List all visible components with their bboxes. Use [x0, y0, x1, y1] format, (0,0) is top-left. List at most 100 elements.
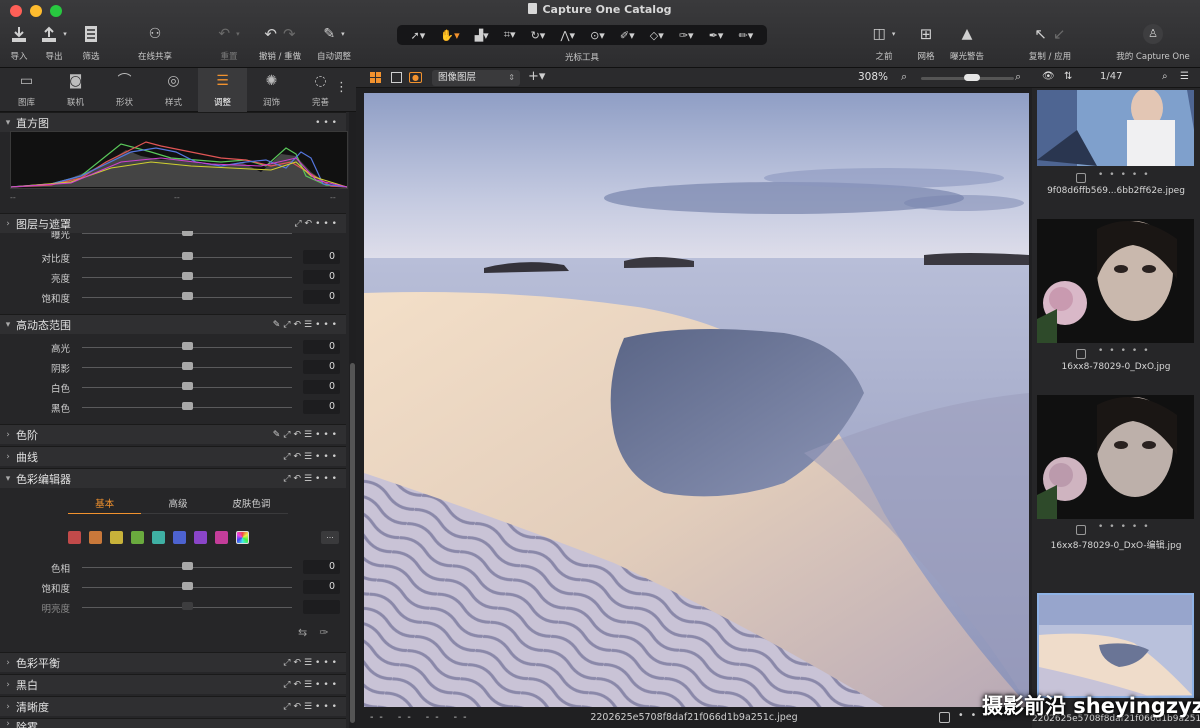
- section-actions[interactable]: ⤢↶•••: [294, 219, 346, 229]
- value-field[interactable]: 0: [303, 400, 340, 414]
- annotate-tool-icon[interactable]: ✒▾: [709, 29, 724, 42]
- menu-icon[interactable]: ☰: [1180, 71, 1189, 82]
- slider-brightness[interactable]: 亮度 0: [0, 267, 346, 287]
- tab-capture[interactable]: ◙ 联机: [51, 68, 100, 112]
- share-online-button[interactable]: ⚇ 在线共享: [132, 22, 178, 64]
- eraser-tool-icon[interactable]: ◇▾: [650, 29, 664, 42]
- tab-styles[interactable]: ◎ 样式: [149, 68, 198, 112]
- slider-ce-saturation[interactable]: 饱和度 0: [0, 577, 346, 597]
- undo-redo-button[interactable]: ↶ ↷ 撤销 / 重做: [254, 22, 306, 64]
- swatch-blue[interactable]: [173, 531, 186, 544]
- copy-apply-button[interactable]: ↖ ↙ 复制 / 应用: [1024, 22, 1076, 64]
- layers-masks-header[interactable]: › 图层与遮罩 ⤢↶•••: [0, 213, 346, 233]
- swatch-purple[interactable]: [194, 531, 207, 544]
- search-icon[interactable]: ⌕: [1162, 71, 1168, 82]
- rating-stars[interactable]: •••••: [1098, 170, 1155, 180]
- slider-contrast[interactable]: 对比度 0: [0, 247, 346, 267]
- eyedropper-icon[interactable]: ✑: [319, 626, 340, 639]
- value-field[interactable]: 0: [303, 290, 340, 304]
- value-field[interactable]: 0: [303, 250, 340, 264]
- section-actions[interactable]: ⤢↶☰•••: [283, 680, 346, 690]
- slider-exposure[interactable]: 曝光: [0, 231, 346, 243]
- rating-stars[interactable]: •••••: [1098, 346, 1155, 356]
- slider-knob[interactable]: [182, 402, 193, 410]
- more-vertical-icon[interactable]: ⋮: [335, 80, 348, 95]
- sort-icon[interactable]: ⇅: [1064, 71, 1072, 82]
- swap-icon[interactable]: ⇆: [298, 626, 319, 639]
- color-editor-header[interactable]: ▾ 色彩编辑器 ⤢↶☰•••: [0, 468, 346, 488]
- view-layer-select[interactable]: 图像图层 ⇕: [432, 70, 520, 86]
- slider-knob[interactable]: [182, 252, 193, 260]
- clarity-header[interactable]: › 清晰度 ⤢↶☰•••: [0, 696, 346, 716]
- slider-knob[interactable]: [182, 292, 193, 300]
- slider-knob[interactable]: [182, 582, 193, 590]
- tab-skin-tone[interactable]: 皮肤色调: [214, 496, 288, 514]
- pen-tool-icon[interactable]: ✏▾: [739, 29, 754, 42]
- select-checkbox[interactable]: [1076, 349, 1086, 359]
- swatch-orange[interactable]: [89, 531, 102, 544]
- panel-scrollbar-thumb[interactable]: [350, 363, 355, 723]
- value-field[interactable]: 0: [303, 560, 340, 574]
- crop-tool-icon[interactable]: ⌗▾: [504, 28, 516, 42]
- slider-knob[interactable]: [182, 231, 193, 236]
- slider-knob[interactable]: [182, 382, 193, 390]
- pan-tool-icon[interactable]: ✋▾: [440, 29, 459, 42]
- swatch-all-colors[interactable]: [236, 531, 249, 544]
- reset-button[interactable]: ↶ ▾ 重置: [212, 22, 246, 64]
- slider-knob[interactable]: [182, 342, 193, 350]
- slider-saturation[interactable]: 饱和度 0: [0, 287, 346, 307]
- slider-knob[interactable]: [182, 362, 193, 370]
- dehaze-header[interactable]: › 除雾: [0, 718, 346, 728]
- curves-header[interactable]: › 曲线 ⤢↶☰•••: [0, 446, 346, 466]
- keystone-tool-icon[interactable]: ⋀▾: [560, 29, 575, 42]
- select-checkbox[interactable]: [1076, 525, 1086, 535]
- zoom-out-icon[interactable]: ⌕: [901, 70, 907, 84]
- color-editor-more-button[interactable]: ...: [321, 531, 339, 544]
- value-field[interactable]: 0: [303, 340, 340, 354]
- picker-tool-icon[interactable]: ✑▾: [679, 29, 694, 42]
- my-capture-one-button[interactable]: ♙ 我的 Capture One: [1112, 22, 1194, 64]
- tab-retouch[interactable]: ✺ 润饰: [247, 68, 296, 112]
- select-checkbox[interactable]: [1076, 173, 1086, 183]
- slider-white[interactable]: 白色 0: [0, 377, 346, 397]
- main-photo[interactable]: [364, 93, 1029, 707]
- grid-view-icon[interactable]: [370, 72, 381, 83]
- swatch-yellow[interactable]: [110, 531, 123, 544]
- swatch-magenta[interactable]: [215, 531, 228, 544]
- section-actions[interactable]: ⤢↶☰•••: [283, 658, 346, 668]
- proof-view-icon[interactable]: ●: [409, 72, 422, 83]
- tab-library[interactable]: ▭ 图库: [2, 68, 51, 112]
- section-actions[interactable]: ⤢↶☰•••: [283, 474, 346, 484]
- zoom-in-icon[interactable]: ⌕: [1015, 70, 1021, 84]
- eye-icon[interactable]: 👁: [1042, 71, 1055, 82]
- value-field[interactable]: 0: [303, 270, 340, 284]
- single-view-icon[interactable]: [391, 72, 402, 83]
- zoom-slider-knob[interactable]: [964, 74, 980, 81]
- slider-highlight[interactable]: 高光 0: [0, 337, 346, 357]
- tab-basic[interactable]: 基本: [68, 496, 142, 514]
- tab-adjust[interactable]: ☰ 调整: [198, 67, 247, 112]
- value-field[interactable]: 0: [303, 360, 340, 374]
- add-icon[interactable]: +▾: [528, 69, 545, 84]
- histogram-header[interactable]: ▾ 直方图 •••: [0, 112, 346, 132]
- grid-button[interactable]: ⊞ 网格: [912, 22, 940, 64]
- thumbnail-selected[interactable]: [1037, 593, 1194, 698]
- slider-black[interactable]: 黑色 0: [0, 397, 346, 417]
- select-checkbox[interactable]: [939, 712, 950, 723]
- brush-tool-icon[interactable]: ✐▾: [620, 29, 635, 42]
- tab-lens[interactable]: ⌒ 形状: [100, 68, 149, 112]
- swatch-green[interactable]: [131, 531, 144, 544]
- value-field[interactable]: 0: [303, 380, 340, 394]
- before-button[interactable]: ◫ ▾ 之前: [864, 22, 904, 64]
- import-button[interactable]: 导入: [6, 22, 32, 64]
- section-actions[interactable]: ⤢↶☰•••: [283, 702, 346, 712]
- swatch-red[interactable]: [68, 531, 81, 544]
- rotate-tool-icon[interactable]: ↻▾: [531, 29, 546, 42]
- thumbnail[interactable]: [1037, 395, 1194, 519]
- slider-knob[interactable]: [182, 272, 193, 280]
- filter-button[interactable]: 筛选: [78, 22, 104, 64]
- slider-knob[interactable]: [182, 562, 193, 570]
- levels-header[interactable]: › 色阶 ✎⤢↶☰•••: [0, 424, 346, 444]
- color-balance-header[interactable]: › 色彩平衡 ⤢↶☰•••: [0, 652, 346, 672]
- slider-hue[interactable]: 色相 0: [0, 557, 346, 577]
